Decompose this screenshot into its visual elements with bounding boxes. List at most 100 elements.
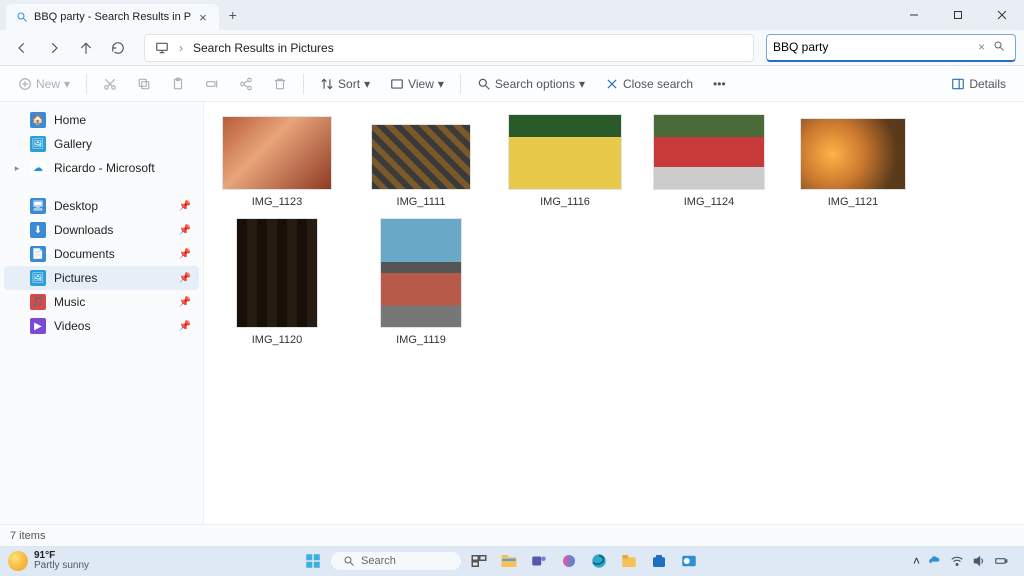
thumbnail-caption: IMG_1124 <box>684 196 735 208</box>
monitor-icon <box>155 41 169 55</box>
desktop-icon: 🖥 <box>30 198 46 214</box>
taskbar-app-edge[interactable] <box>587 549 611 573</box>
share-button[interactable] <box>231 73 261 95</box>
refresh-button[interactable] <box>104 34 132 62</box>
gallery-icon: 🖼 <box>30 136 46 152</box>
command-bar: New ▾ Sort▾ View▾ Search options▾ Close … <box>0 66 1024 102</box>
search-input[interactable] <box>773 40 974 54</box>
view-button[interactable]: View▾ <box>382 73 452 95</box>
paste-button[interactable] <box>163 73 193 95</box>
pin-icon: 📌 <box>179 249 191 260</box>
search-icon[interactable] <box>989 40 1009 55</box>
result-thumbnail[interactable]: IMG_1124 <box>654 114 764 208</box>
back-button[interactable] <box>8 34 36 62</box>
sidebar-item-pictures[interactable]: 🖼 Pictures📌 <box>4 266 199 290</box>
tab-title: BBQ party - Search Results in P <box>34 11 191 23</box>
onedrive-tray-icon[interactable] <box>928 554 942 568</box>
battery-icon[interactable] <box>994 554 1008 568</box>
search-icon <box>16 11 28 23</box>
sidebar-item-onedrive[interactable]: ▸ ☁ Ricardo - Microsoft <box>4 156 199 180</box>
taskbar-app-files[interactable] <box>617 549 641 573</box>
sidebar-item-documents[interactable]: 📄 Documents📌 <box>4 242 199 266</box>
start-button[interactable] <box>301 549 325 573</box>
task-view-button[interactable] <box>467 549 491 573</box>
sidebar-item-music[interactable]: 🎵 Music📌 <box>4 290 199 314</box>
chevron-down-icon: ▾ <box>579 77 585 91</box>
search-icon <box>343 555 355 567</box>
sidebar-item-home[interactable]: 🏠 Home <box>4 108 199 132</box>
window-tab[interactable]: BBQ party - Search Results in P × <box>6 4 219 30</box>
delete-button[interactable] <box>265 73 295 95</box>
taskbar-app-teams[interactable] <box>527 549 551 573</box>
thumbnail-caption: IMG_1116 <box>540 196 590 208</box>
volume-icon[interactable] <box>972 554 986 568</box>
thumbnail-caption: IMG_1119 <box>396 334 446 346</box>
more-button[interactable]: ••• <box>705 73 734 95</box>
chevron-down-icon: ▾ <box>364 77 370 91</box>
system-tray[interactable]: ˄ <box>913 554 1016 568</box>
pin-icon: 📌 <box>179 225 191 236</box>
pin-icon: 📌 <box>179 321 191 332</box>
taskbar-app-explorer[interactable] <box>497 549 521 573</box>
search-options-icon <box>477 77 491 91</box>
close-button[interactable] <box>980 0 1024 30</box>
share-icon <box>239 77 253 91</box>
rename-button[interactable] <box>197 73 227 95</box>
tab-close-icon[interactable]: × <box>197 10 209 25</box>
up-button[interactable] <box>72 34 100 62</box>
document-icon: 📄 <box>30 246 46 262</box>
maximize-button[interactable] <box>936 0 980 30</box>
sort-icon <box>320 77 334 91</box>
cut-button[interactable] <box>95 73 125 95</box>
breadcrumb: Search Results in Pictures <box>193 41 334 55</box>
result-thumbnail[interactable]: IMG_1119 <box>366 218 476 346</box>
chevron-right-icon[interactable]: ▸ <box>12 163 22 174</box>
pin-icon: 📌 <box>179 297 191 308</box>
status-bar: 7 items <box>0 524 1024 546</box>
sidebar-item-videos[interactable]: ▶ Videos📌 <box>4 314 199 338</box>
taskbar: 91°F Partly sunny Search ˄ <box>0 546 1024 576</box>
taskbar-app-store[interactable] <box>647 549 671 573</box>
thumbnail-image <box>508 114 622 190</box>
result-thumbnail[interactable]: IMG_1123 <box>222 116 332 208</box>
pin-icon: 📌 <box>179 273 191 284</box>
cloud-icon: ☁ <box>30 160 46 176</box>
view-icon <box>390 77 404 91</box>
result-thumbnail[interactable]: IMG_1111 <box>366 124 476 208</box>
result-thumbnail[interactable]: IMG_1120 <box>222 218 332 346</box>
breadcrumb-bar[interactable]: › Search Results in Pictures <box>144 34 754 62</box>
chevron-up-icon[interactable]: ˄ <box>913 554 920 568</box>
forward-button[interactable] <box>40 34 68 62</box>
sidebar-item-downloads[interactable]: ⬇ Downloads📌 <box>4 218 199 242</box>
sidebar-item-desktop[interactable]: 🖥 Desktop📌 <box>4 194 199 218</box>
chevron-down-icon: ▾ <box>64 77 70 91</box>
network-icon[interactable] <box>950 554 964 568</box>
paste-icon <box>171 77 185 91</box>
thumbnail-image <box>222 116 332 190</box>
thumbnail-caption: IMG_1120 <box>252 334 303 346</box>
new-button[interactable]: New ▾ <box>10 73 78 95</box>
result-thumbnail[interactable]: IMG_1121 <box>798 118 908 208</box>
taskbar-app-copilot[interactable] <box>557 549 581 573</box>
minimize-button[interactable] <box>892 0 936 30</box>
cut-icon <box>103 77 117 91</box>
close-icon <box>605 77 619 91</box>
search-options-button[interactable]: Search options▾ <box>469 73 593 95</box>
weather-icon <box>8 551 28 571</box>
search-box[interactable]: × <box>766 34 1016 62</box>
sort-button[interactable]: Sort▾ <box>312 73 378 95</box>
details-pane-button[interactable]: Details <box>943 73 1014 95</box>
thumbnail-image <box>371 124 471 190</box>
taskbar-search[interactable]: Search <box>331 552 461 570</box>
sidebar-item-gallery[interactable]: 🖼 Gallery <box>4 132 199 156</box>
copy-button[interactable] <box>129 73 159 95</box>
thumbnail-image <box>380 218 462 328</box>
result-thumbnail[interactable]: IMG_1116 <box>510 114 620 208</box>
taskbar-app-outlook[interactable] <box>677 549 701 573</box>
thumbnail-caption: IMG_1121 <box>828 196 879 208</box>
taskbar-weather[interactable]: 91°F Partly sunny <box>8 551 89 571</box>
clear-search-icon[interactable]: × <box>974 40 989 54</box>
thumbnail-image <box>236 218 318 328</box>
new-tab-button[interactable]: + <box>219 0 247 30</box>
close-search-button[interactable]: Close search <box>597 73 701 95</box>
